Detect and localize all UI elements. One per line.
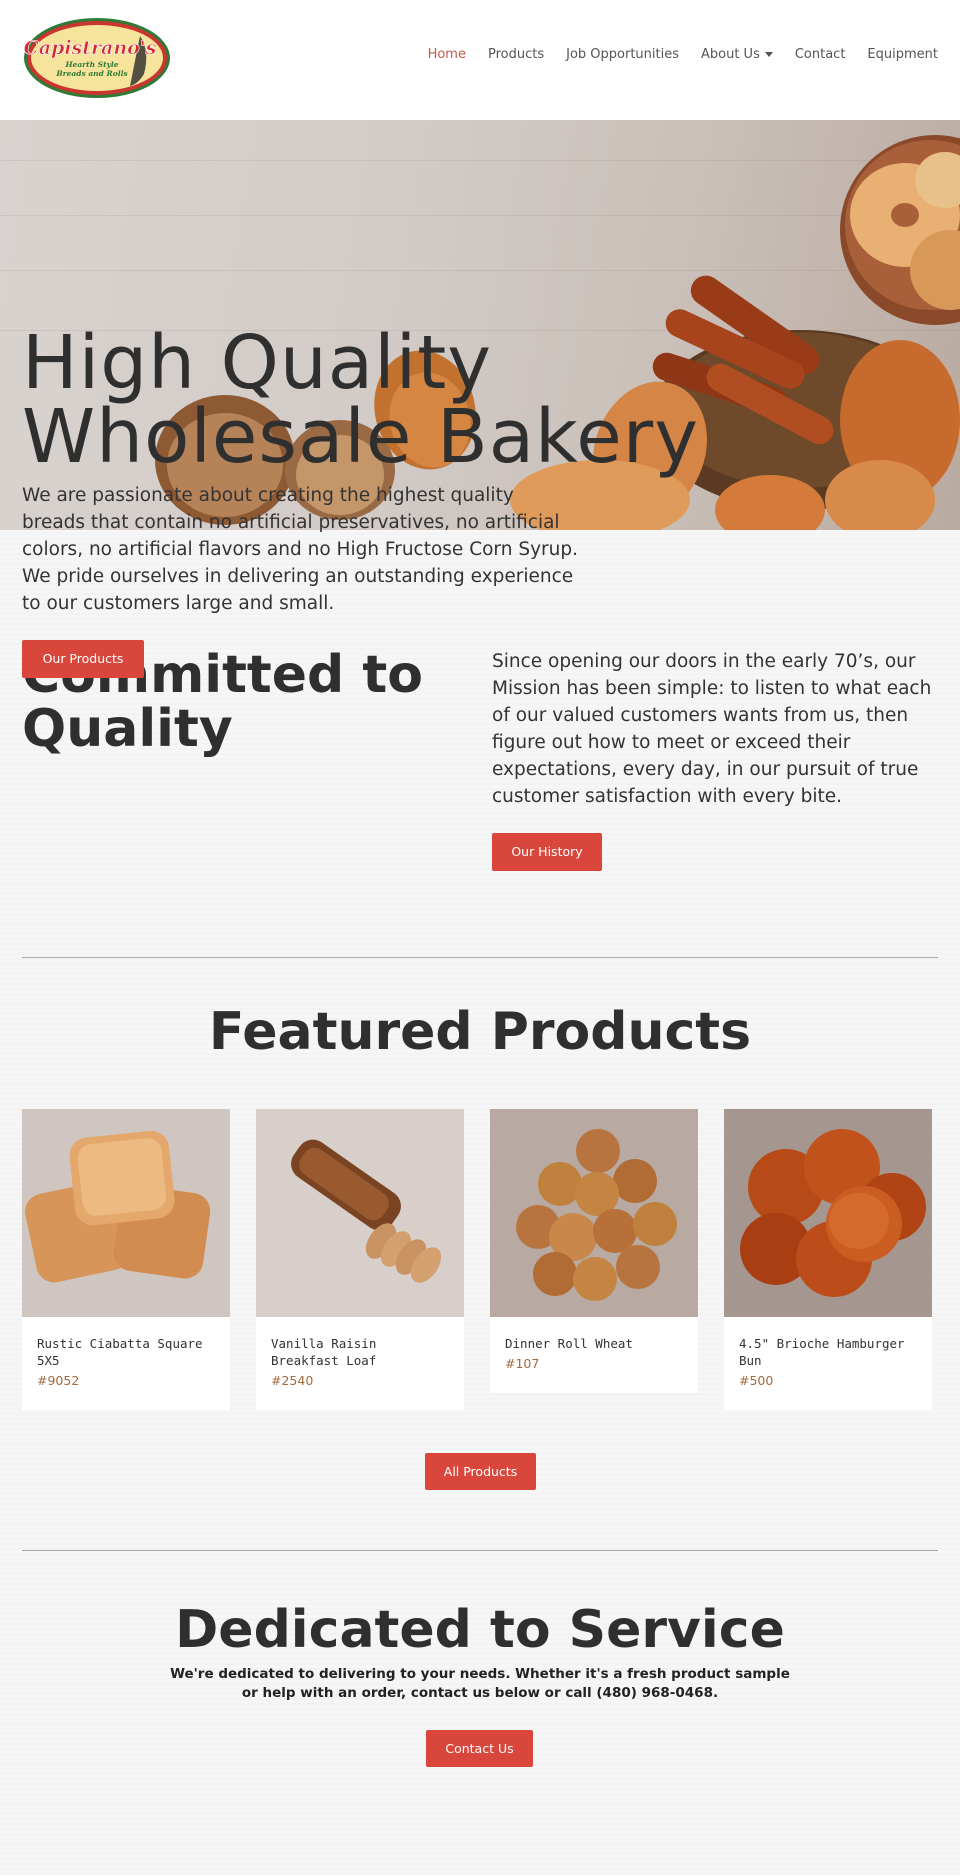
hero-description: We are passionate about creating the hig… <box>22 485 578 614</box>
nav-equipment[interactable]: Equipment <box>867 47 938 62</box>
product-name: Rustic Ciabatta Square 5X5 <box>37 1336 203 1368</box>
main-nav: Home Products Job Opportunities About Us… <box>428 47 938 62</box>
svg-text:Breads and Rolls: Breads and Rolls <box>55 69 128 78</box>
site-header: Capistrano's Hearth Style Breads and Rol… <box>0 0 960 120</box>
nav-equipment-label: Equipment <box>867 47 938 62</box>
product-sku: #500 <box>739 1373 774 1388</box>
dedicated-to-service-title: Dedicated to Service <box>175 1600 785 1660</box>
brioche-bun-image <box>724 1109 932 1317</box>
nav-home-label: Home <box>427 47 466 62</box>
nav-job-opportunities[interactable]: Job Opportunities <box>566 47 679 62</box>
contact-us-button[interactable]: Contact Us <box>426 1730 533 1767</box>
product-card-dinner-roll[interactable]: Dinner Roll Wheat #107 <box>490 1109 698 1393</box>
featured-products-title: Featured Products <box>208 1002 752 1062</box>
product-sku: #107 <box>505 1356 540 1371</box>
capistranos-logo[interactable]: Capistrano's Hearth Style Breads and Rol… <box>22 16 172 100</box>
svg-text:Hearth Style: Hearth Style <box>64 60 118 69</box>
nav-about-us[interactable]: About Us <box>701 47 773 62</box>
product-card-brioche-bun[interactable]: 4.5" Brioche Hamburger Bun #500 <box>724 1109 932 1410</box>
caret-down-icon <box>764 52 773 57</box>
product-sku: #2540 <box>271 1373 314 1388</box>
nav-products-label: Products <box>487 47 545 62</box>
service-text: We're dedicated to delivering to your ne… <box>170 1666 790 1701</box>
product-name: Vanilla Raisin Breakfast Loaf <box>271 1336 377 1368</box>
nav-products[interactable]: Products <box>488 47 544 62</box>
our-products-button[interactable]: Our Products <box>22 640 144 678</box>
all-products-button[interactable]: All Products <box>425 1453 536 1490</box>
section-divider <box>22 957 938 958</box>
product-name: Dinner Roll Wheat <box>505 1336 633 1351</box>
committed-text: Since opening our doors in the early 70’… <box>492 651 932 807</box>
our-history-button[interactable]: Our History <box>492 833 602 871</box>
product-card-raisin-loaf[interactable]: Vanilla Raisin Breakfast Loaf #2540 <box>256 1109 464 1410</box>
product-card-ciabatta[interactable]: Rustic Ciabatta Square 5X5 #9052 <box>22 1109 230 1410</box>
product-sku: #9052 <box>37 1373 80 1388</box>
svg-text:Capistrano's: Capistrano's <box>24 37 157 59</box>
nav-home[interactable]: Home <box>428 47 466 62</box>
ciabatta-image <box>22 1109 230 1317</box>
hero-title: High Quality Wholesale Bakery <box>22 320 700 480</box>
product-name: 4.5" Brioche Hamburger Bun <box>739 1336 905 1368</box>
section-divider <box>22 1550 938 1551</box>
dinner-roll-image <box>490 1109 698 1317</box>
nav-job-opportunities-label: Job Opportunities <box>566 47 679 62</box>
nav-about-us-label: About Us <box>700 47 760 62</box>
raisin-loaf-image <box>256 1109 464 1317</box>
nav-contact[interactable]: Contact <box>795 47 846 62</box>
nav-contact-label: Contact <box>794 47 846 62</box>
